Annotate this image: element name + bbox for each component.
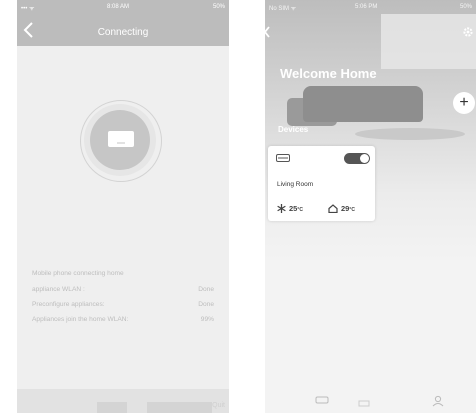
- carrier-signal: No SIM ᯤ: [269, 6, 297, 12]
- progress-label: Appliances join the home WLAN:: [32, 316, 129, 323]
- devices-heading: Devices: [278, 125, 309, 134]
- progress-label: Mobile phone connecting home: [32, 270, 124, 277]
- progress-row: Preconfigure appliances: Done: [32, 301, 214, 308]
- set-temperature: 25°C: [277, 204, 303, 213]
- progress-row: appliance WLAN : Done: [32, 286, 214, 293]
- progress-value: Done: [198, 301, 214, 308]
- header-bar: ••• ᯤ 8:08 AM 50% Connecting: [17, 0, 229, 46]
- welcome-title: Welcome Home: [280, 66, 377, 81]
- home-screen: No SIM ᯤ 5:06 PM 50% Welcome Home + Devi…: [265, 0, 476, 413]
- scene-tab-icon[interactable]: [357, 395, 371, 407]
- battery-level: 50%: [459, 4, 472, 10]
- status-bar: ••• ᯤ 8:08 AM 50%: [17, 0, 229, 14]
- tab-bar: [265, 383, 476, 413]
- gear-icon[interactable]: [463, 27, 473, 37]
- profile-tab-icon[interactable]: [431, 395, 445, 407]
- bar-block: [147, 402, 212, 413]
- progress-row: Mobile phone connecting home: [32, 270, 214, 277]
- device-tab-icon[interactable]: [315, 395, 329, 407]
- quit-button[interactable]: Quit: [212, 402, 225, 409]
- bar-block: [97, 402, 127, 413]
- add-device-button[interactable]: +: [453, 92, 475, 114]
- device-card[interactable]: Living Room 25°C 29°C: [268, 146, 375, 221]
- sofa-decor: [303, 86, 423, 122]
- status-time: 8:08 AM: [107, 4, 130, 10]
- air-conditioner-icon: [276, 154, 290, 162]
- table-decor: [355, 128, 465, 140]
- status-time: 5:06 PM: [355, 4, 378, 10]
- temp-unit: °C: [349, 207, 355, 213]
- temp-unit: °C: [297, 207, 303, 213]
- home-background: No SIM ᯤ 5:06 PM 50% Welcome Home + Devi…: [265, 0, 476, 260]
- back-arrow-icon[interactable]: [265, 26, 271, 38]
- battery-level: 50%: [212, 4, 225, 10]
- page-title: Connecting: [97, 27, 149, 38]
- home-icon: [328, 204, 338, 214]
- snowflake-icon: [277, 204, 286, 213]
- carrier-signal: ••• ᯤ: [21, 6, 35, 12]
- power-toggle[interactable]: [344, 153, 370, 164]
- progress-value: 99%: [200, 316, 214, 323]
- connecting-screen: ••• ᯤ 8:08 AM 50% Connecting Mobile phon…: [17, 0, 229, 413]
- progress-value: Done: [198, 286, 214, 293]
- bottom-bar: Quit: [17, 389, 229, 413]
- device-name: Living Room: [277, 181, 314, 188]
- progress-label: Preconfigure appliances:: [32, 301, 105, 308]
- indoor-temperature: 29°C: [328, 204, 355, 214]
- progress-label: appliance WLAN :: [32, 286, 85, 293]
- window-decor: [381, 14, 476, 69]
- air-conditioner-icon: [108, 131, 134, 147]
- progress-row: Appliances join the home WLAN: 99%: [32, 316, 214, 323]
